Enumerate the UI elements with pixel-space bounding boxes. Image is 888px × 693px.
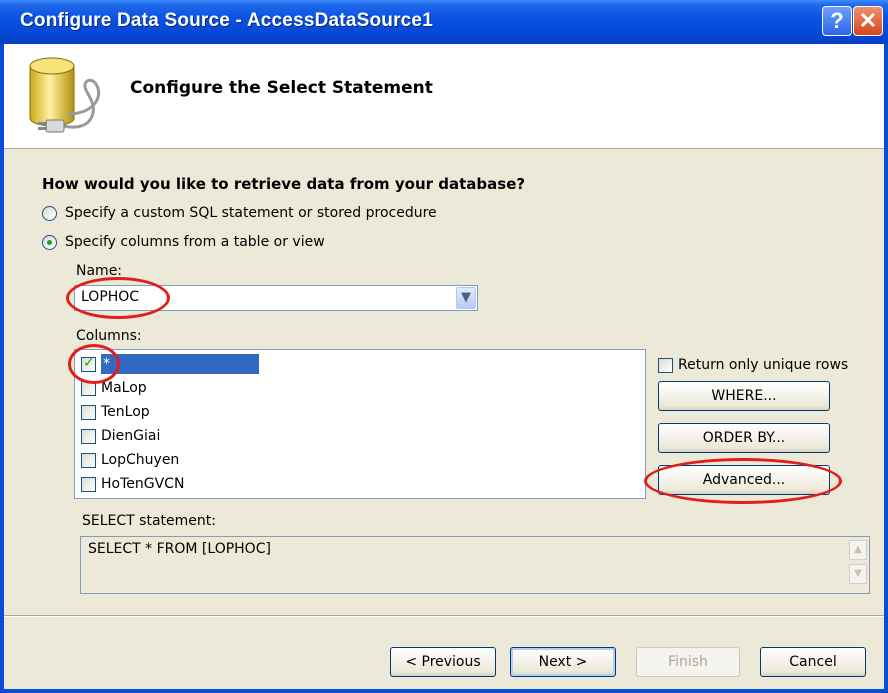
- column-checkbox[interactable]: [81, 476, 96, 492]
- column-item-hotengvcn[interactable]: HoTenGVCN: [81, 472, 184, 496]
- radio-table-columns-label: Specify columns from a table or view: [65, 234, 325, 250]
- chevron-down-icon[interactable]: ▼: [456, 287, 476, 309]
- radio-custom-sql-button[interactable]: [42, 205, 57, 221]
- where-button[interactable]: WHERE...: [658, 381, 830, 411]
- scroll-down-icon[interactable]: ▼: [849, 564, 867, 584]
- annotation-ellipse-name: [66, 277, 170, 319]
- close-button[interactable]: ✕: [853, 6, 883, 36]
- retrieve-question: How would you like to retrieve data from…: [42, 175, 526, 193]
- finish-button[interactable]: Finish: [636, 647, 740, 677]
- page-title: Configure the Select Statement: [130, 78, 433, 98]
- dialog-window: Configure Data Source - AccessDataSource…: [0, 0, 888, 693]
- help-button[interactable]: ?: [822, 6, 852, 36]
- column-label: LopChuyen: [101, 452, 180, 468]
- column-item-diengiai[interactable]: DienGiai: [81, 424, 160, 448]
- column-item-lopchuyen[interactable]: LopChuyen: [81, 448, 179, 472]
- column-label: MaLop: [101, 380, 147, 396]
- title-bar[interactable]: Configure Data Source - AccessDataSource…: [0, 0, 888, 44]
- column-label: HoTenGVCN: [101, 476, 185, 492]
- column-checkbox[interactable]: [81, 452, 96, 468]
- column-checkbox[interactable]: [81, 404, 96, 420]
- radio-table-columns-button[interactable]: [42, 234, 57, 250]
- radio-custom-sql-label: Specify a custom SQL statement or stored…: [65, 205, 437, 221]
- select-statement-box[interactable]: SELECT * FROM [LOPHOC] ▲ ▼: [80, 536, 870, 594]
- cancel-button[interactable]: Cancel: [760, 647, 866, 677]
- radio-custom-sql[interactable]: Specify a custom SQL statement or stored…: [42, 202, 437, 224]
- order-by-button[interactable]: ORDER BY...: [658, 423, 830, 453]
- column-label: DienGiai: [101, 428, 161, 444]
- next-button[interactable]: Next >: [510, 647, 616, 677]
- unique-rows-label: Return only unique rows: [678, 357, 849, 373]
- column-label: *: [101, 354, 259, 374]
- annotation-ellipse-star: [68, 344, 120, 384]
- annotation-ellipse-advanced: [644, 458, 842, 504]
- scroll-up-icon[interactable]: ▲: [849, 540, 867, 560]
- select-statement-text: SELECT * FROM [LOPHOC]: [88, 541, 271, 557]
- window-title: Configure Data Source - AccessDataSource…: [20, 10, 433, 31]
- column-item-tenlop[interactable]: TenLop: [81, 400, 150, 424]
- wizard-header: Configure the Select Statement: [4, 44, 884, 149]
- main-panel: How would you like to retrieve data from…: [4, 149, 884, 689]
- column-checkbox[interactable]: [81, 428, 96, 444]
- database-plug-icon: [29, 57, 101, 133]
- columns-label: Columns:: [76, 328, 142, 344]
- radio-table-columns[interactable]: Specify columns from a table or view: [42, 231, 325, 253]
- unique-rows-option[interactable]: Return only unique rows: [658, 353, 848, 377]
- column-label: TenLop: [101, 404, 150, 420]
- previous-button[interactable]: < Previous: [390, 647, 496, 677]
- select-statement-label: SELECT statement:: [82, 513, 216, 529]
- unique-rows-checkbox[interactable]: [658, 357, 673, 373]
- columns-list[interactable]: * MaLop TenLop DienGiai LopChuyen HoTenG…: [74, 349, 646, 499]
- footer-separator: [4, 615, 884, 617]
